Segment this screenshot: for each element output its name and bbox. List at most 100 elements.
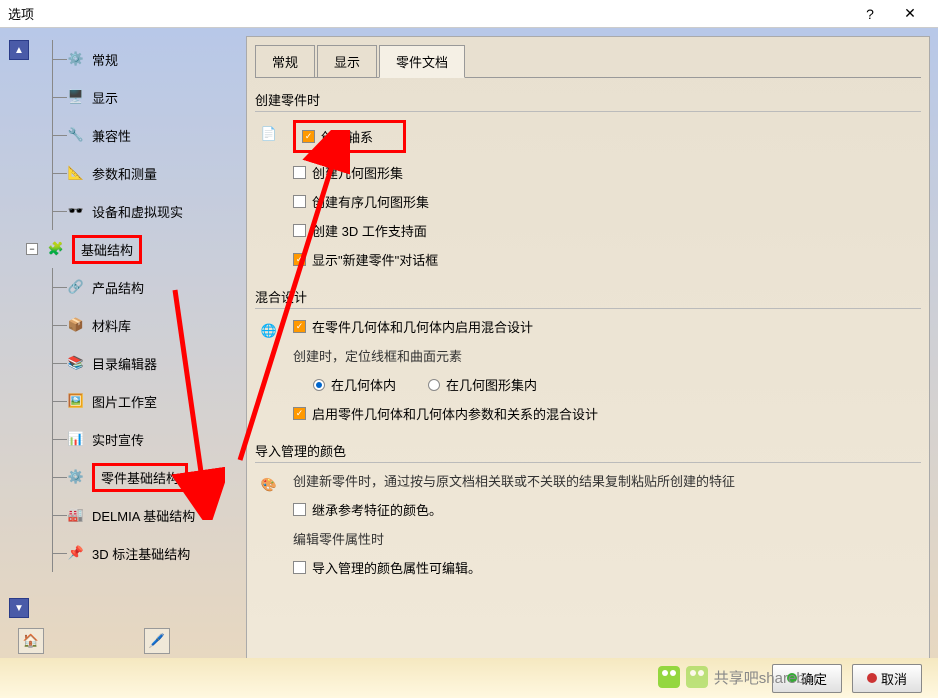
tree-item[interactable]: ⚙️ 零件基础结构 [66, 458, 238, 496]
expand-icon[interactable]: − [26, 243, 38, 255]
tree-icon: 🏭 [66, 505, 86, 525]
option-label: 显示"新建零件"对话框 [312, 250, 438, 269]
tree-item[interactable]: 🖼️ 图片工作室 [66, 382, 238, 420]
tree-label: 材料库 [92, 316, 131, 335]
window-title: 选项 [8, 4, 850, 23]
tab[interactable]: 显示 [317, 45, 377, 77]
radio-row: 在几何体内 在几何图形集内 [313, 375, 921, 394]
checkbox-option[interactable]: 导入管理的颜色属性可编辑。 [293, 558, 921, 577]
tree-icon: 📌 [66, 543, 86, 563]
cancel-button[interactable]: 取消 [852, 664, 922, 693]
tree-item[interactable]: 📦 材料库 [66, 306, 238, 344]
tree-label: 设备和虚拟现实 [92, 202, 183, 221]
tree-icon: ⚙️ [66, 467, 86, 487]
option-label: 启用零件几何体和几何体内参数和关系的混合设计 [312, 404, 598, 423]
tree-icon: 🖥️ [66, 87, 86, 107]
tree-item[interactable]: 📌3D 标注基础结构 [66, 534, 238, 572]
checkbox-option[interactable]: 创建有序几何图形集 [293, 192, 921, 211]
close-button[interactable]: ✕ [890, 0, 930, 28]
checkbox-option[interactable]: ✓ 创建轴系 [293, 120, 921, 153]
note-text: 创建时，定位线框和曲面元素 [293, 346, 921, 365]
tree-label: 目录编辑器 [92, 354, 157, 373]
checkbox-icon [293, 166, 306, 179]
scroll-down-button[interactable]: ▼ [9, 598, 29, 618]
checkbox-icon: ✓ [302, 130, 315, 143]
wechat-icon [686, 666, 708, 688]
tree-icon: 📦 [66, 315, 86, 335]
checkbox-option[interactable]: ✓ 启用零件几何体和几何体内参数和关系的混合设计 [293, 404, 921, 423]
watermark-text: 共享吧sharebar [714, 667, 818, 688]
tree-icon: 🧩 [46, 239, 66, 259]
group-title: 创建零件时 [255, 90, 921, 112]
note-text: 创建新零件时，通过按与原文档相关联或不关联的结果复制粘贴所创建的特征 [293, 471, 921, 490]
tree-label: 零件基础结构 [101, 471, 179, 486]
tree-icon: 🔧 [66, 125, 86, 145]
checkbox-icon [293, 503, 306, 516]
tree-label: 基础结构 [81, 243, 133, 258]
checkbox-option[interactable]: ✓ 显示"新建零件"对话框 [293, 250, 921, 269]
tree-icon: 🖼️ [66, 391, 86, 411]
tree-item[interactable]: 🖥️ 显示 [66, 78, 238, 116]
tree-label: 图片工作室 [92, 392, 157, 411]
tool-icon-1[interactable]: 🏠 [18, 628, 44, 654]
radio-off-icon[interactable] [428, 379, 440, 391]
checkbox-icon: ✓ [293, 407, 306, 420]
tree-item[interactable]: 🔧 兼容性 [66, 116, 238, 154]
tree-label: 常规 [92, 50, 118, 69]
radio-label: 在几何图形集内 [446, 375, 537, 394]
tree-item[interactable]: ⚙️ 常规 [66, 40, 238, 78]
checkbox-option[interactable]: 创建 3D 工作支持面 [293, 221, 921, 240]
group-title: 混合设计 [255, 287, 921, 309]
globe-icon: 🌐 [255, 317, 283, 345]
nav-tree: ⚙️常规🖥️显示🔧兼容性📐参数和测量🕶️设备和虚拟现实−🧩基础结构🔗产品结构📦材… [30, 36, 238, 622]
option-label: 创建轴系 [321, 127, 373, 146]
tree-icon: 🕶️ [66, 201, 86, 221]
option-label: 继承参考特征的颜色。 [312, 500, 442, 519]
group-hybrid: 混合设计 🌐 ✓ 在零件几何体和几何体内启用混合设计 创建时，定位线框和曲面元素… [255, 287, 921, 423]
tree-label: 兼容性 [92, 126, 131, 145]
tool-icon-2[interactable]: 🖊️ [144, 628, 170, 654]
option-label: 创建有序几何图形集 [312, 192, 429, 211]
tree-label: 显示 [92, 88, 118, 107]
tab[interactable]: 零件文档 [379, 45, 465, 78]
tree-item[interactable]: 🔗 产品结构 [66, 268, 238, 306]
content-panel: 常规显示零件文档 创建零件时 📄 ✓创建轴系创建几何图形集创建有序几何图形集创建… [246, 36, 930, 660]
option-label: 在零件几何体和几何体内启用混合设计 [312, 317, 533, 336]
tree-icon: ⚙️ [66, 49, 86, 69]
tree-label: 产品结构 [92, 278, 144, 297]
checkbox-option[interactable]: 创建几何图形集 [293, 163, 921, 182]
tree-item[interactable]: 📐 参数和测量 [66, 154, 238, 192]
tab[interactable]: 常规 [255, 45, 315, 77]
help-button[interactable]: ? [850, 0, 890, 28]
tree-item[interactable]: 🕶️ 设备和虚拟现实 [66, 192, 238, 230]
note-text: 编辑零件属性时 [293, 529, 921, 548]
checkbox-option[interactable]: 继承参考特征的颜色。 [293, 500, 921, 519]
checkbox-option[interactable]: ✓ 在零件几何体和几何体内启用混合设计 [293, 317, 921, 336]
palette-icon: 🎨 [255, 471, 283, 499]
tree-item[interactable]: 🏭 DELMIA 基础结构 [66, 496, 238, 534]
checkbox-icon [293, 224, 306, 237]
sidebar: ▲ ▼ ⚙️ 常规 🖥️ 显示 🔧 兼容性 📐 参数和测量 🕶️ 设备和虚拟现实 −🧩 基础结构 🔗 产品… [8, 36, 238, 660]
cancel-icon [867, 673, 877, 683]
tree-icon: 📊 [66, 429, 86, 449]
main-area: ▲ ▼ ⚙️ 常规 🖥️ 显示 🔧 兼容性 📐 参数和测量 🕶️ 设备和虚拟现实 −🧩 基础结构 🔗 产品… [0, 28, 938, 668]
tree-item[interactable]: 📊实时宣传 [66, 420, 238, 458]
option-label: 创建 3D 工作支持面 [312, 221, 427, 240]
option-label: 创建几何图形集 [312, 163, 403, 182]
group-colors: 导入管理的颜色 🎨 创建新零件时，通过按与原文档相关联或不关联的结果复制粘贴所创… [255, 441, 921, 577]
tree-icon: 📐 [66, 163, 86, 183]
checkbox-icon: ✓ [293, 320, 306, 333]
checkbox-icon: ✓ [293, 253, 306, 266]
cancel-label: 取消 [881, 669, 907, 688]
option-label: 导入管理的颜色属性可编辑。 [312, 558, 481, 577]
wechat-icon [658, 666, 680, 688]
group-title: 导入管理的颜色 [255, 441, 921, 463]
tree-icon: 🔗 [66, 277, 86, 297]
radio-on-icon[interactable] [313, 379, 325, 391]
tab-bar: 常规显示零件文档 [255, 45, 921, 78]
tree-label: 参数和测量 [92, 164, 157, 183]
tree-label: DELMIA 基础结构 [92, 506, 195, 525]
scroll-up-button[interactable]: ▲ [9, 40, 29, 60]
tree-item[interactable]: 📚目录编辑器 [66, 344, 238, 382]
tree-item[interactable]: −🧩基础结构 [46, 230, 238, 268]
